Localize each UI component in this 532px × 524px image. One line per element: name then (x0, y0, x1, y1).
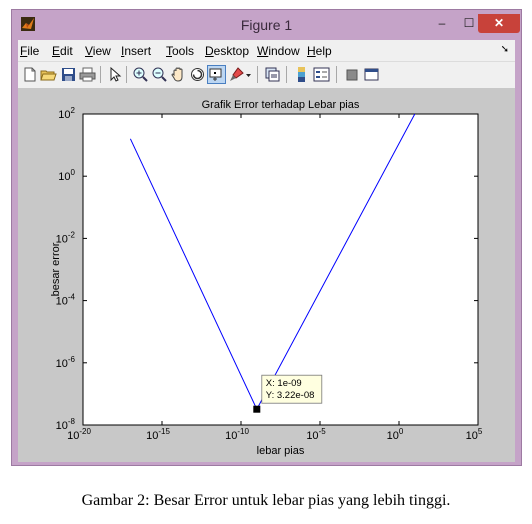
menu-file[interactable]: File (20, 44, 39, 58)
plot-title: Grafik Error terhadap Lebar pias (202, 99, 360, 111)
y-tick-label: 102 (58, 106, 75, 121)
y-tick-label: 100 (58, 168, 75, 183)
brush-dropdown-icon[interactable] (244, 66, 253, 83)
toolbar-separator (336, 66, 337, 83)
zoom-out-icon[interactable] (151, 66, 168, 83)
x-tick-label: 100 (387, 427, 404, 442)
title-bar[interactable]: Figure 1 – ☐ ✕ (12, 10, 521, 39)
menu-insert[interactable]: Insert (121, 44, 151, 58)
zoom-in-icon[interactable] (132, 66, 149, 83)
close-button[interactable]: ✕ (478, 14, 520, 33)
menu-edit[interactable]: Edit (52, 44, 73, 58)
pan-icon[interactable] (170, 66, 187, 83)
x-tick-label: 10-20 (67, 427, 91, 442)
hide-plot-tools-icon[interactable] (343, 66, 360, 83)
show-plot-tools-icon[interactable] (363, 66, 380, 83)
menu-tools[interactable]: Tools (166, 44, 194, 58)
x-tick-label: 10-15 (146, 427, 170, 442)
menu-bar: File Edit View Insert Tools Desktop Wind… (18, 40, 515, 61)
rotate-icon[interactable] (189, 66, 206, 83)
plot-svg: Grafik Error terhadap Lebar pias lebar p… (50, 99, 483, 457)
x-tick-label: 10-5 (306, 427, 326, 442)
minimize-button[interactable]: – (430, 14, 454, 33)
figure-window: Figure 1 – ☐ ✕ File Edit View Insert Too… (11, 9, 522, 466)
new-figure-icon[interactable] (21, 66, 38, 83)
datatip-x-text: X: 1e-09 (266, 378, 302, 389)
x-axis-label: lebar pias (257, 445, 305, 457)
menu-window[interactable]: Window (257, 44, 300, 58)
menu-desktop[interactable]: Desktop (205, 44, 249, 58)
pointer-icon[interactable] (106, 66, 123, 83)
toolbar (18, 61, 515, 89)
menu-help[interactable]: Help (307, 44, 332, 58)
y-axis-label: besar error (50, 242, 62, 296)
legend-icon[interactable] (313, 66, 330, 83)
x-tick-label: 105 (466, 427, 483, 442)
menu-view[interactable]: View (85, 44, 111, 58)
brush-icon[interactable] (228, 66, 245, 83)
print-icon[interactable] (79, 66, 96, 83)
menu-overflow-icon[interactable]: ➘ (501, 44, 509, 55)
figure-caption: Gambar 2: Besar Error untuk lebar pias y… (81, 492, 451, 509)
toolbar-separator (100, 66, 101, 83)
y-tick-label: 10-4 (56, 293, 76, 308)
toolbar-separator (286, 66, 287, 83)
datatip-y-text: Y: 3.22e-08 (266, 390, 315, 401)
save-icon[interactable] (60, 66, 77, 83)
figure-canvas[interactable]: Grafik Error terhadap Lebar pias lebar p… (18, 88, 515, 462)
y-tick-label: 10-2 (56, 230, 76, 245)
x-tick-label: 10-10 (225, 427, 249, 442)
link-plot-icon[interactable] (264, 66, 281, 83)
datatip-marker[interactable] (253, 405, 261, 413)
colorbar-icon[interactable] (293, 66, 310, 83)
y-tick-label: 10-6 (56, 355, 76, 370)
data-cursor-icon[interactable] (207, 65, 226, 84)
open-file-icon[interactable] (40, 66, 57, 83)
toolbar-separator (257, 66, 258, 83)
toolbar-separator (126, 66, 127, 83)
